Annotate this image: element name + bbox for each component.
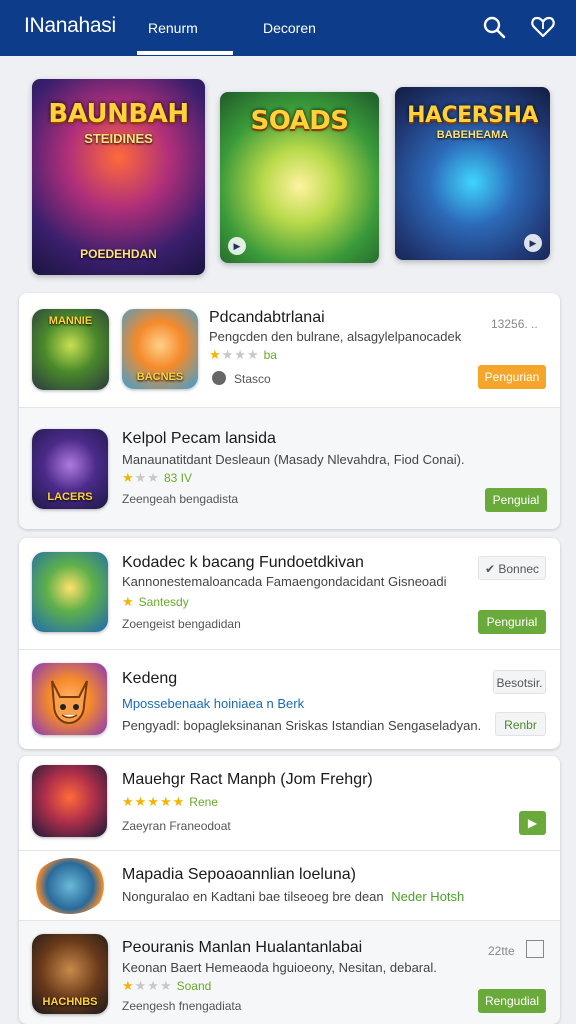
app-title[interactable]: Pdcandabtrlanai (209, 309, 325, 327)
developer-name: Zoengeist bengadidan (122, 617, 241, 631)
heart-icon[interactable] (530, 14, 556, 40)
play-button[interactable]: ▶ (519, 811, 546, 835)
app-size: 22tte (488, 944, 515, 958)
banner-caption: POEDEHDAN (80, 247, 157, 261)
app-description: Keonan Baert Hemeaoda hguioeony, Nesitan… (122, 960, 437, 975)
app-title[interactable]: Kodadec k bacang Fundoetdkivan (122, 554, 364, 572)
rating-text: Santesdy (138, 595, 189, 609)
expand-icon[interactable] (526, 940, 544, 958)
app-description: Manaunatitdant Desleaun (Masady Nlevahdr… (122, 452, 465, 467)
active-tab-indicator (137, 51, 233, 55)
rating-stars: ★ Santesdy (122, 594, 189, 609)
divider (19, 850, 560, 851)
play-icon[interactable]: ▶ (228, 237, 246, 255)
divider (19, 649, 560, 650)
install-button[interactable]: Pengurian (478, 365, 546, 389)
app-size: 13256. .. (491, 317, 538, 331)
divider (19, 920, 560, 921)
app-icon[interactable] (33, 858, 107, 914)
app-icon-label: BACNES (136, 371, 184, 383)
app-icon[interactable]: LACERS (32, 429, 108, 509)
app-description-text: Nonguralao en Kadtani bae tilseoeg bre d… (122, 889, 384, 904)
banner-title: BAUNBAH (48, 99, 189, 129)
app-title[interactable]: Mauehgr Ract Manph (Jom Frehgr) (122, 771, 373, 789)
top-app-bar: INanahasi Renurm Decoren (0, 0, 576, 56)
app-icon[interactable]: BACNES (122, 309, 198, 389)
app-list-card: Mauehgr Ract Manph (Jom Frehgr) ★★★★★ Ren… (19, 756, 560, 1024)
app-icon-label: LACERS (47, 491, 93, 503)
developer-name: Zaeyran Franeodoat (122, 819, 231, 833)
app-icon[interactable] (32, 663, 107, 735)
fox-icon (51, 680, 88, 725)
app-list-card: MANNIE BACNES Pdcandabtrlanai Pengcden d… (19, 293, 560, 529)
search-icon[interactable] (481, 14, 507, 40)
rating-text: ba (263, 348, 277, 362)
share-button-label: Bonnec (498, 562, 540, 576)
app-icon-label: HACHNBS (42, 996, 98, 1008)
app-meta: Pengyadl: bopagleksinanan Sriskas Istand… (122, 718, 482, 733)
app-description: Kannonestemaloancada Famaengondacidant G… (122, 574, 447, 589)
banner-subtitle: STEIDINES (84, 131, 153, 146)
app-title[interactable]: Kedeng (122, 670, 177, 688)
developer-name: Zeengeah bengadista (122, 492, 239, 506)
app-title: INanahasi (24, 14, 116, 37)
app-icon[interactable] (32, 765, 107, 837)
share-button[interactable]: ✔ Bonnec (478, 556, 546, 580)
status-badge: Besotsir. (493, 670, 546, 694)
install-button[interactable]: Renbr (495, 712, 546, 736)
rating-text: 83 IV (163, 471, 192, 485)
featured-banner-2[interactable]: SOADS ▶ (220, 92, 379, 263)
app-description: Nonguralao en Kadtani bae tilseoeg bre d… (122, 889, 464, 904)
banner-subtitle: BABEHEAMA (436, 129, 509, 141)
app-description: Pengcden den bulrane, alsagylelpanocadek (209, 329, 462, 344)
rating-text: Rene (189, 795, 218, 809)
featured-banner-3[interactable]: HACERSHA BABEHEAMA ▶ (395, 87, 550, 260)
tab-renurm[interactable]: Renurm (148, 20, 198, 36)
developer-name: Zeengesh fnengadiata (122, 999, 242, 1013)
developer-icon (212, 371, 226, 385)
install-button[interactable]: Pengurial (478, 610, 546, 634)
app-icon[interactable] (32, 552, 108, 632)
app-icon-label: MANNIE (48, 315, 93, 327)
tab-decoren[interactable]: Decoren (263, 20, 316, 36)
app-description[interactable]: Mpossebenaak hoiniaea n Berk (122, 696, 304, 711)
app-title[interactable]: Kelpol Pecam lansida (122, 430, 276, 448)
app-title[interactable]: Mapadia Sepoaoannlian loeluna) (122, 866, 356, 884)
banner-title: SOADS (250, 106, 349, 136)
developer-name: Stasco (234, 372, 271, 386)
banner-title: HACERSHA (407, 103, 538, 128)
play-icon[interactable]: ▶ (524, 234, 542, 252)
install-button[interactable]: Rengudial (478, 989, 546, 1013)
bird-icon: ✔ (484, 562, 495, 576)
install-button[interactable]: Penguial (485, 488, 547, 512)
app-icon[interactable]: HACHNBS (32, 934, 108, 1014)
app-icon[interactable]: MANNIE (32, 309, 109, 390)
app-list-card: Kodadec k bacang Fundoetdkivan Kannonest… (19, 538, 560, 749)
rating-stars: ★★★★ Soand (122, 978, 212, 993)
featured-banner-1[interactable]: BAUNBAH STEIDINES POEDEHDAN (32, 79, 205, 275)
app-description-link[interactable]: Neder Hotsh (391, 889, 464, 904)
app-title[interactable]: Peouranis Manlan Hualantanlabai (122, 939, 362, 957)
rating-text: Soand (176, 979, 212, 993)
rating-stars: ★★★★★ Rene (122, 794, 218, 809)
divider (19, 407, 560, 408)
rating-stars: ★★★★ ba (209, 347, 277, 362)
rating-stars: ★★★ 83 IV (122, 470, 192, 485)
